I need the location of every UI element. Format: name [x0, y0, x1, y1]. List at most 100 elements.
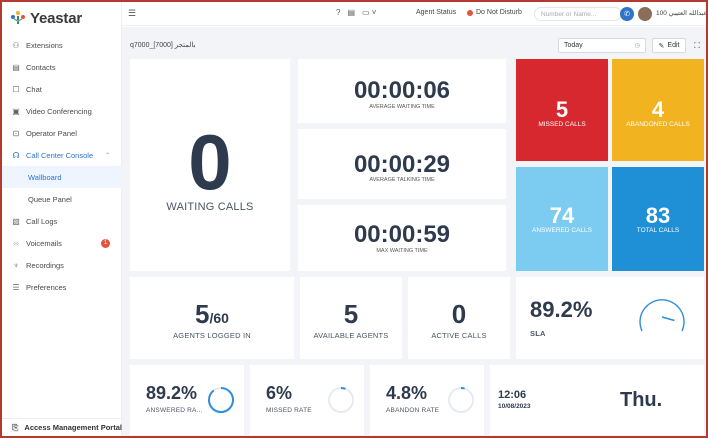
sidebar-item-wallboard[interactable]: Wallboard [2, 166, 122, 188]
extensions-icon: ⚇ [12, 40, 20, 50]
clock-day: Thu. [620, 389, 663, 411]
search-input[interactable]: Number or Name... [534, 7, 622, 21]
sidebar-item-label: Contacts [26, 62, 56, 72]
clock-card: 12:06 10/08/2023 Thu. [490, 365, 704, 435]
answered-rate-card: 89.2% ANSWERED RA... [130, 365, 244, 435]
answered-calls-label: ANSWERED CALLS [532, 227, 592, 234]
video-icon: ▣ [12, 106, 20, 116]
portal-label: Access Management Portal [24, 423, 122, 432]
sidebar-item-label: Voicemails [26, 238, 62, 248]
average-talking-time-card: 00:00:29 AVERAGE TALKING TIME [298, 129, 506, 199]
menu-toggle-icon[interactable]: ☰ [128, 8, 136, 19]
voicemail-icon: ◦◦ [13, 238, 19, 248]
sidebar-item-extensions[interactable]: ⚇ Extensions [2, 34, 122, 56]
sidebar-item-label: Call Logs [26, 216, 58, 226]
sidebar-item-label: Queue Panel [28, 194, 72, 204]
sidebar-item-voicemails[interactable]: ◦◦ Voicemails 1 [2, 232, 122, 254]
brand-logo[interactable]: Yeastar [10, 8, 82, 28]
active-calls-label: ACTIVE CALLS [431, 331, 487, 340]
phone-icon[interactable]: ✆ [620, 7, 634, 21]
headset-icon: ☊ [12, 150, 20, 160]
agent-status-menu[interactable]: Agent Status [416, 9, 456, 16]
sidebar-item-label: Call Center Console [26, 150, 94, 160]
average-waiting-time-card: 00:00:06 AVERAGE WAITING TIME [298, 59, 506, 123]
sidebar-item-call-center-console[interactable]: ☊ Call Center Console ⌃ [2, 144, 122, 166]
clock-time: 12:06 [498, 389, 527, 401]
missed-calls-value: 5 [555, 97, 569, 122]
waiting-calls-label: WAITING CALLS [166, 201, 254, 213]
sidebar-item-label: Recordings [26, 260, 64, 270]
brand-name: Yeastar [30, 9, 82, 27]
sidebar-item-label: Extensions [26, 40, 63, 50]
voicemail-count-badge: 1 [101, 238, 110, 248]
answered-rate-ring [208, 387, 234, 413]
missed-rate-label: MISSED RATE [266, 407, 312, 414]
available-agents-value: 5 [343, 299, 359, 329]
clock-date: 10/08/2023 [498, 403, 531, 410]
microphone-icon: ♆ [13, 260, 19, 270]
average-waiting-time-value: 00:00:06 [353, 77, 451, 104]
available-agents-card: 5 AVAILABLE AGENTS [300, 277, 402, 359]
sidebar-item-chat[interactable]: ☐ Chat [2, 78, 122, 100]
waiting-calls-value: 0 [188, 118, 232, 206]
notes-icon[interactable]: ▤ [347, 8, 355, 17]
yeastar-logo-icon [11, 11, 25, 24]
waiting-calls-card: 0 WAITING CALLS [130, 59, 290, 271]
agents-total: /60 [209, 310, 229, 326]
abandon-rate-value: 4.8% [386, 383, 428, 403]
total-calls-label: TOTAL CALLS [636, 227, 680, 234]
edit-button[interactable]: ✎ Edit [652, 38, 686, 53]
active-calls-value: 0 [451, 299, 467, 329]
access-management-portal-link[interactable]: ⎘ Access Management Portal [2, 418, 122, 436]
date-range-select[interactable]: Today ◷ [558, 38, 646, 53]
sidebar-item-label: Wallboard [28, 172, 62, 182]
available-agents-label: AVAILABLE AGENTS [313, 331, 389, 340]
edit-icon: ✎ [658, 42, 665, 50]
abandon-rate-label: ABANDON RATE [386, 407, 440, 414]
edit-label: Edit [667, 42, 680, 49]
sidebar-item-queue-panel[interactable]: Queue Panel [2, 188, 122, 210]
missed-calls-tile: 5 MISSED CALLS [516, 59, 608, 161]
sidebar-item-label: Operator Panel [26, 128, 77, 138]
sidebar-item-operator-panel[interactable]: ⊡ Operator Panel [2, 122, 122, 144]
chevron-up-icon: ⌃ [104, 152, 110, 159]
wallboard: q7000_[7000] بالمتجر Today ◷ ✎ Edit ⛶ 0 … [122, 27, 706, 436]
sidebar-item-preferences[interactable]: ☰ Preferences [2, 276, 122, 298]
top-bar: ☰ ? ▤ ▭ ˅ Agent Status Do Not Disturb Nu… [122, 2, 707, 26]
answered-calls-value: 74 [549, 203, 575, 228]
sla-label: SLA [530, 329, 546, 338]
queue-title: q7000_[7000] بالمتجر [130, 42, 196, 49]
answered-rate-value: 89.2% [146, 383, 198, 403]
help-icon[interactable]: ? [336, 8, 340, 17]
answered-rate-label: ANSWERED RA... [146, 407, 203, 414]
sla-gauge-needle [661, 316, 675, 322]
missed-rate-value: 6% [266, 383, 293, 403]
contacts-icon: ▤ [12, 62, 20, 72]
user-name[interactable]: عبدالله العتيبي 100 [656, 9, 707, 17]
sidebar-item-video-conferencing[interactable]: ▣ Video Conferencing [2, 100, 122, 122]
fullscreen-icon[interactable]: ⛶ [690, 38, 704, 53]
max-waiting-time-value: 00:00:59 [353, 221, 451, 248]
missed-calls-label: MISSED CALLS [538, 121, 586, 128]
sidebar-item-recordings[interactable]: ♆ Recordings [2, 254, 122, 276]
sidebar-item-call-logs[interactable]: ▧ Call Logs [2, 210, 122, 232]
sidebar-item-contacts[interactable]: ▤ Contacts [2, 56, 122, 78]
avatar[interactable] [638, 7, 652, 21]
do-not-disturb-status[interactable]: Do Not Disturb [467, 9, 522, 16]
abandoned-calls-tile: 4 ABANDONED CALLS [612, 59, 704, 161]
agents-logged-in-card: 5/60 AGENTS LOGGED IN [130, 277, 294, 359]
sidebar-item-label: Chat [26, 84, 42, 94]
missed-rate-ring [328, 387, 354, 413]
max-waiting-time-label: MAX WAITING TIME [376, 248, 428, 254]
operator-panel-icon: ⊡ [12, 128, 20, 138]
abandoned-calls-label: ABANDONED CALLS [626, 121, 690, 128]
toolbar-icons: ? ▤ ▭ ˅ [336, 8, 376, 17]
average-talking-time-label: AVERAGE TALKING TIME [369, 177, 435, 183]
chat-icon: ☐ [12, 84, 20, 94]
sidebar-nav: ⚇ Extensions ▤ Contacts ☐ Chat ▣ Video C… [2, 34, 122, 298]
monitor-icon[interactable]: ▭ ˅ [362, 8, 376, 17]
average-waiting-time-label: AVERAGE WAITING TIME [369, 104, 435, 110]
dnd-label: Do Not Disturb [476, 9, 522, 16]
total-calls-tile: 83 TOTAL CALLS [612, 167, 704, 271]
average-talking-time-value: 00:00:29 [353, 151, 451, 178]
